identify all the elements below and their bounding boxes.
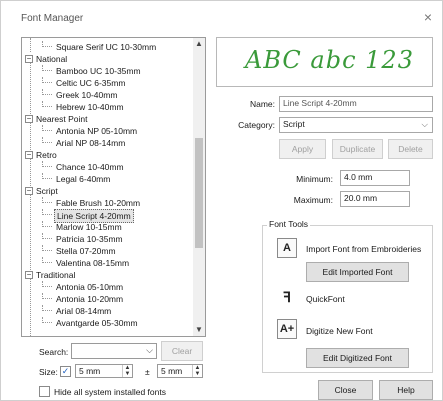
search-input[interactable]: ⌵ <box>71 343 157 359</box>
scroll-thumb[interactable] <box>195 138 203 248</box>
collapse-icon[interactable]: − <box>25 115 33 123</box>
import-font-label: Import Font from Embroideries <box>306 244 422 254</box>
duplicate-button[interactable]: Duplicate <box>332 139 383 159</box>
close-icon[interactable]: × <box>424 9 432 25</box>
clear-button[interactable]: Clear <box>161 341 203 361</box>
apply-button[interactable]: Apply <box>279 139 326 159</box>
preview-text: ABC abc 123 <box>245 46 414 74</box>
window-title: Font Manager <box>21 13 84 24</box>
digitize-font-label: Digitize New Font <box>306 326 373 336</box>
maximum-field[interactable]: 20.0 mm <box>340 191 410 207</box>
close-button[interactable]: Close <box>318 380 373 400</box>
spinner-arrows-icon[interactable]: ▲ ▼ <box>122 365 132 377</box>
hide-system-checkbox[interactable] <box>39 386 50 397</box>
tree-line <box>30 38 31 52</box>
chevron-down-icon[interactable]: ⌵ <box>422 119 428 130</box>
edit-imported-font-button[interactable]: Edit Imported Font <box>306 262 409 282</box>
size-max-spinner[interactable]: 5 mm ▲ ▼ <box>157 364 203 378</box>
collapse-icon[interactable]: − <box>25 187 33 195</box>
spinner-arrows-icon[interactable]: ▲ ▼ <box>192 365 202 377</box>
font-tree-content: Square Serif UC 10-30mm − National Bamboo… <box>22 38 194 336</box>
tree-scrollbar[interactable]: ▲ ▼ <box>193 38 205 336</box>
font-preview: ABC abc 123 <box>216 37 433 87</box>
name-label: Name: <box>249 99 275 109</box>
chevron-down-icon[interactable]: ⌵ <box>146 345 153 356</box>
category-select[interactable]: Script ⌵ <box>279 117 433 133</box>
font-manager-dialog: Font Manager × Square Serif UC 10-30mm −… <box>0 0 443 401</box>
title-bar: Font Manager × <box>1 1 442 33</box>
category-label: Category: <box>238 120 275 130</box>
search-label: Search: <box>39 347 69 357</box>
digitize-font-icon[interactable]: A+ <box>277 319 297 339</box>
minimum-label: Minimum: <box>296 174 333 184</box>
name-field[interactable]: Line Script 4-20mm <box>279 96 433 112</box>
minimum-field[interactable]: 4.0 mm <box>340 170 410 186</box>
tree-line <box>30 58 31 336</box>
help-button[interactable]: Help <box>379 380 433 400</box>
collapse-icon[interactable]: − <box>25 55 33 63</box>
plus-minus-label: ± <box>145 367 150 377</box>
scroll-down-icon[interactable]: ▼ <box>193 324 205 336</box>
scroll-up-icon[interactable]: ▲ <box>193 38 205 50</box>
font-tools-title: Font Tools <box>267 219 311 229</box>
edit-digitized-font-button[interactable]: Edit Digitized Font <box>306 348 409 368</box>
import-font-icon[interactable]: A <box>277 238 297 258</box>
delete-button[interactable]: Delete <box>388 139 433 159</box>
quickfont-label[interactable]: QuickFont <box>306 294 345 304</box>
hide-system-label: Hide all system installed fonts <box>54 387 166 397</box>
size-label: Size: <box>39 367 58 377</box>
quickfont-icon[interactable]: ꟻ <box>277 288 297 308</box>
font-tree[interactable]: Square Serif UC 10-30mm − National Bamboo… <box>21 37 206 337</box>
size-min-spinner[interactable]: 5 mm ▲ ▼ <box>75 364 133 378</box>
collapse-icon[interactable]: − <box>25 151 33 159</box>
size-checkbox[interactable]: ✓ <box>60 366 71 377</box>
maximum-label: Maximum: <box>293 195 333 205</box>
collapse-icon[interactable]: − <box>25 271 33 279</box>
